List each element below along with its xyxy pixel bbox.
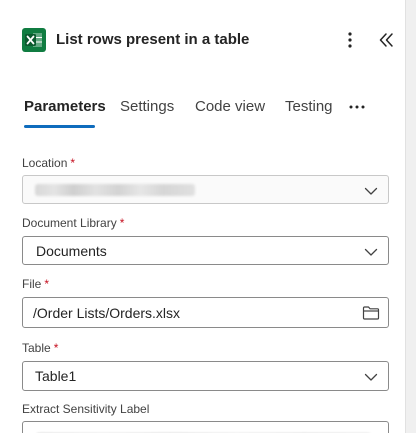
redacted-location-value [35, 184, 195, 196]
document-library-value: Documents [36, 243, 107, 259]
document-library-label: Document Library * [22, 216, 124, 230]
action-title: List rows present in a table [56, 31, 250, 48]
action-panel: List rows present in a table Parameters … [0, 0, 406, 433]
table-dropdown[interactable]: Table1 [22, 361, 389, 391]
active-tab-indicator [24, 125, 95, 128]
extract-sensitivity-label-dropdown[interactable] [22, 421, 389, 433]
chevron-down-icon [364, 187, 378, 195]
file-input[interactable]: /Order Lists/Orders.xlsx [22, 297, 389, 328]
location-label: Location * [22, 156, 75, 170]
required-mark: * [70, 156, 76, 170]
location-dropdown[interactable] [22, 175, 389, 204]
tab-code-view[interactable]: Code view [195, 98, 265, 115]
more-tabs-button[interactable] [348, 98, 366, 116]
double-chevron-left-icon [379, 33, 393, 47]
panel-header: List rows present in a table [0, 0, 405, 78]
file-path-value: /Order Lists/Orders.xlsx [33, 305, 181, 321]
required-mark: * [119, 216, 125, 230]
canvas-edge [406, 0, 416, 433]
chevron-down-icon [364, 248, 378, 256]
extract-sensitivity-label-text: Extract Sensitivity Label [22, 402, 150, 416]
more-horizontal-icon [349, 105, 365, 109]
document-library-dropdown[interactable]: Documents [22, 236, 389, 265]
document-library-label-text: Document Library [22, 216, 117, 230]
chevron-down-icon [364, 373, 378, 381]
extract-sensitivity-label-label: Extract Sensitivity Label [22, 402, 149, 416]
tab-testing[interactable]: Testing [285, 98, 333, 115]
collapse-panel-button[interactable] [374, 28, 398, 52]
required-mark: * [44, 277, 50, 291]
tab-parameters[interactable]: Parameters [24, 98, 106, 115]
more-vertical-icon [348, 32, 352, 48]
more-options-button[interactable] [338, 28, 362, 52]
file-label: File * [22, 277, 49, 291]
location-label-text: Location [22, 156, 68, 170]
table-value: Table1 [35, 368, 77, 384]
table-label-text: Table [22, 341, 51, 355]
table-label: Table * [22, 341, 58, 355]
required-mark: * [53, 341, 59, 355]
folder-icon[interactable] [362, 305, 380, 321]
excel-icon [22, 28, 46, 52]
tab-settings[interactable]: Settings [120, 98, 174, 115]
file-label-text: File [22, 277, 42, 291]
